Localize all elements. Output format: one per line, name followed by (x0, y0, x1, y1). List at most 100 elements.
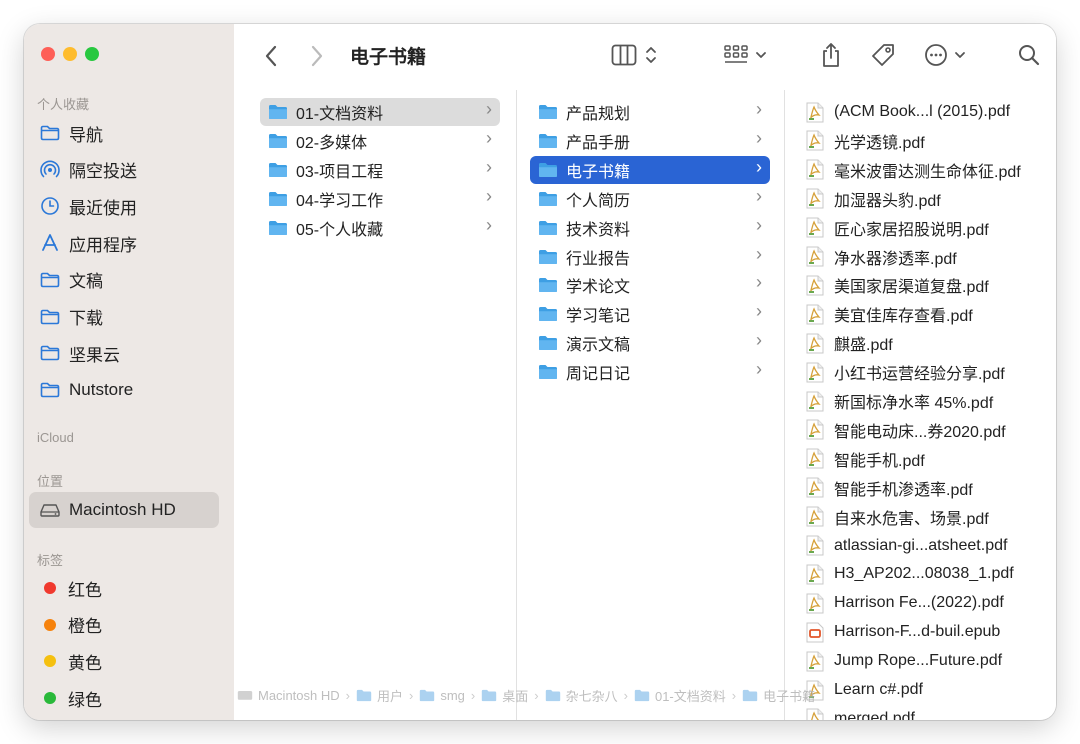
path-segment[interactable]: 用户 (356, 686, 403, 705)
sidebar-tag-item[interactable]: 红色 (29, 571, 219, 605)
tag-icon (872, 44, 894, 66)
file-row[interactable]: 美国家居渠道复盘.pdf (796, 271, 1046, 299)
pdf-file-icon (806, 708, 834, 720)
file-row[interactable]: 新国标净水率 45%.pdf (796, 387, 1046, 415)
file-row[interactable]: atlassian-gi...atsheet.pdf (796, 532, 1046, 560)
item-name: Harrison Fe...(2022).pdf (834, 594, 1004, 612)
folder-row[interactable]: 产品手册 › (530, 127, 770, 155)
file-row[interactable]: 智能手机渗透率.pdf (796, 474, 1046, 502)
back-button[interactable] (256, 41, 286, 71)
applications-icon (39, 233, 61, 253)
sidebar-item[interactable]: 导航 (29, 116, 219, 150)
sidebar-section-heading: 位置 (37, 474, 64, 489)
group-button[interactable] (720, 40, 770, 70)
file-row[interactable]: 智能电动床...券2020.pdf (796, 416, 1046, 444)
path-segment[interactable]: Macintosh HD (237, 688, 340, 703)
folder-row[interactable]: 03-项目工程 › (260, 156, 500, 184)
more-actions-button[interactable] (920, 40, 970, 70)
close-button[interactable] (41, 47, 55, 61)
sidebar-item[interactable]: 下载 (29, 300, 219, 334)
pdf-file-icon (806, 130, 834, 151)
item-name: (ACM Book...l (2015).pdf (834, 103, 1011, 120)
file-row[interactable]: Harrison-F...d-buil.epub (796, 618, 1046, 646)
sidebar-item-label: 坚果云 (69, 345, 120, 365)
pdf-file-icon (806, 304, 834, 325)
share-button[interactable] (816, 38, 846, 72)
file-row[interactable]: 麒盛.pdf (796, 329, 1046, 357)
pdf-file-icon (806, 275, 834, 296)
path-separator-icon: › (731, 687, 737, 703)
folder-row[interactable]: 学习笔记 › (530, 300, 770, 328)
sidebar-item[interactable]: Nutstore (29, 373, 219, 407)
folder-row[interactable]: 学术论文 › (530, 271, 770, 299)
file-row[interactable]: Harrison Fe...(2022).pdf (796, 589, 1046, 617)
sidebar-item-macintosh-hd[interactable]: Macintosh HD (29, 492, 219, 528)
chevron-right-icon: › (756, 272, 762, 293)
path-segment[interactable]: smg (419, 688, 465, 703)
item-name: 智能电动床...券2020.pdf (834, 423, 1006, 441)
file-row[interactable]: (ACM Book...l (2015).pdf (796, 98, 1046, 126)
sidebar-item[interactable]: 文稿 (29, 263, 219, 297)
airdrop-icon (39, 160, 61, 180)
pdf-file-icon (806, 506, 834, 527)
forward-button[interactable] (302, 41, 332, 71)
folder-row[interactable]: 电子书籍 › (530, 155, 770, 184)
sidebar-item[interactable]: 最近使用 (29, 189, 219, 223)
tag-button[interactable] (866, 40, 900, 70)
zoom-button[interactable] (85, 47, 99, 61)
folder-row[interactable]: 演示文稿 › (530, 329, 770, 357)
folder-row[interactable]: 04-学习工作 › (260, 185, 500, 213)
column-2[interactable]: 产品规划 › 产品手册 › 电子书籍 › 个人简历 › 技术资料 › 行业报告 › 学术论文 › 学习笔记 ›… (516, 90, 785, 720)
path-segment[interactable]: 杂七杂八 (545, 686, 618, 705)
file-row[interactable]: merged.pdf (796, 705, 1046, 720)
column-3[interactable]: (ACM Book...l (2015).pdf 光学透镜.pdf 毫米波雷达测生命… (784, 90, 1056, 720)
folder-row[interactable]: 05-个人收藏 › (260, 214, 500, 242)
tag-color-dot (44, 692, 56, 705)
file-row[interactable]: 毫米波雷达测生命体征.pdf (796, 156, 1046, 184)
sidebar-tag-item[interactable]: 绿色 (29, 681, 219, 715)
path-segment-label: smg (440, 687, 465, 703)
path-segment[interactable]: 01-文档资料 (634, 686, 726, 705)
search-button[interactable] (1014, 40, 1044, 70)
file-row[interactable]: 智能手机.pdf (796, 445, 1046, 473)
pdf-file-icon (806, 448, 834, 469)
folder-row[interactable]: 产品规划 › (530, 98, 770, 126)
sidebar-tag-item[interactable]: 黄色 (29, 644, 219, 678)
up-down-chevron-icon (646, 47, 656, 63)
minimize-button[interactable] (63, 47, 77, 61)
file-row[interactable]: 光学透镜.pdf (796, 127, 1046, 155)
folder-icon (634, 689, 655, 702)
sidebar-tag-item[interactable]: 橙色 (29, 608, 219, 642)
path-segment[interactable]: 桌面 (481, 686, 528, 705)
file-row[interactable]: H3_AP202...08038_1.pdf (796, 560, 1046, 588)
share-icon (823, 43, 839, 67)
sidebar-item-label: 隔空投送 (69, 162, 137, 182)
file-row[interactable]: Jump Rope...Future.pdf (796, 647, 1046, 675)
folder-row[interactable]: 02-多媒体 › (260, 127, 500, 155)
item-name: 光学透镜.pdf (834, 134, 925, 152)
item-name: 加湿器头豹.pdf (834, 192, 941, 210)
folder-row[interactable]: 技术资料 › (530, 214, 770, 242)
item-name: 新国标净水率 45%.pdf (834, 395, 994, 412)
folder-icon (481, 689, 502, 702)
sidebar-item[interactable]: 坚果云 (29, 336, 219, 370)
item-name: merged.pdf (834, 709, 915, 720)
file-row[interactable]: 美宜佳库存查看.pdf (796, 300, 1046, 328)
file-row[interactable]: 小红书运营经验分享.pdf (796, 358, 1046, 386)
sidebar-item[interactable]: 隔空投送 (29, 153, 219, 187)
column-1[interactable]: 01-文档资料 › 02-多媒体 › 03-项目工程 › 04-学习工作 › 05-个人收藏 › (248, 90, 517, 720)
file-row[interactable]: 自来水危害、场景.pdf (796, 503, 1046, 531)
view-mode-button[interactable] (606, 40, 662, 70)
folder-icon (538, 162, 566, 178)
folder-row[interactable]: 01-文档资料 › (260, 98, 500, 126)
file-row[interactable]: 匠心家居招股说明.pdf (796, 214, 1046, 242)
folder-row[interactable]: 周记日记 › (530, 358, 770, 386)
sidebar-section-heading: iCloud (37, 430, 74, 445)
folder-row[interactable]: 行业报告 › (530, 243, 770, 271)
tag-color-dot (44, 655, 56, 668)
path-segment[interactable]: 电子书籍 (742, 686, 815, 705)
folder-row[interactable]: 个人简历 › (530, 185, 770, 213)
file-row[interactable]: 净水器渗透率.pdf (796, 243, 1046, 271)
file-row[interactable]: 加湿器头豹.pdf (796, 185, 1046, 213)
sidebar-item[interactable]: 应用程序 (29, 226, 219, 260)
